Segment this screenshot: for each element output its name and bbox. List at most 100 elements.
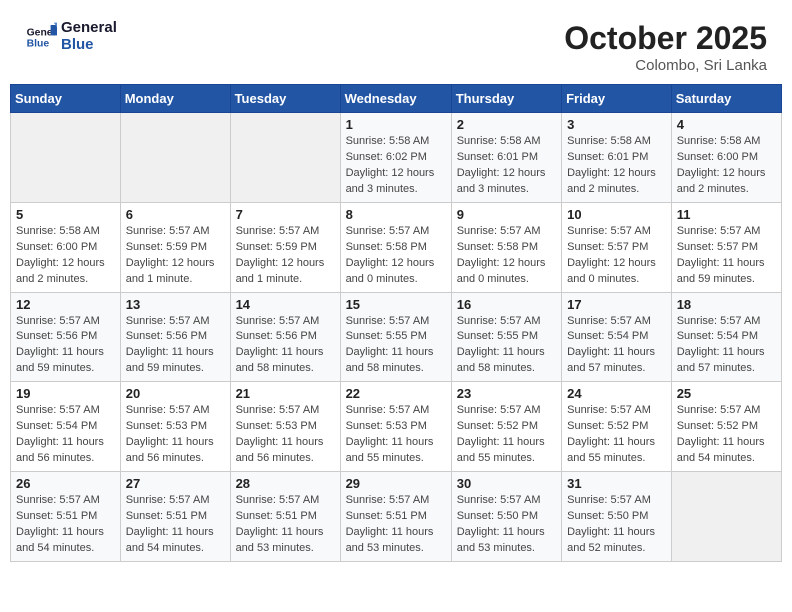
day-number: 18 bbox=[677, 297, 776, 312]
day-number: 26 bbox=[16, 476, 115, 491]
calendar-cell: 18Sunrise: 5:57 AM Sunset: 5:54 PM Dayli… bbox=[671, 292, 781, 382]
calendar-cell: 3Sunrise: 5:58 AM Sunset: 6:01 PM Daylig… bbox=[562, 113, 672, 203]
logo: General Blue General Blue bbox=[25, 20, 117, 53]
calendar-cell: 30Sunrise: 5:57 AM Sunset: 5:50 PM Dayli… bbox=[451, 472, 561, 562]
day-info: Sunrise: 5:58 AM Sunset: 6:02 PM Dayligh… bbox=[346, 134, 446, 198]
day-number: 6 bbox=[126, 207, 225, 222]
day-info: Sunrise: 5:57 AM Sunset: 5:55 PM Dayligh… bbox=[457, 314, 556, 378]
day-info: Sunrise: 5:57 AM Sunset: 5:51 PM Dayligh… bbox=[346, 493, 446, 557]
day-number: 13 bbox=[126, 297, 225, 312]
month-year-title: October 2025 bbox=[564, 20, 767, 57]
day-info: Sunrise: 5:57 AM Sunset: 5:52 PM Dayligh… bbox=[677, 403, 776, 467]
calendar-cell: 10 Sunrise: 5:57 AM Sunset: 5:57 PM Dayli… bbox=[562, 202, 672, 292]
day-info: Sunrise: 5:58 AM Sunset: 6:00 PM Dayligh… bbox=[677, 134, 776, 198]
day-number: 16 bbox=[457, 297, 556, 312]
day-info: Sunrise: 5:57 AM Sunset: 5:51 PM Dayligh… bbox=[236, 493, 335, 557]
day-number: 5 bbox=[16, 207, 115, 222]
day-number: 19 bbox=[16, 386, 115, 401]
calendar-cell: 29 Sunrise: 5:57 AM Sunset: 5:51 PM Dayli… bbox=[340, 472, 451, 562]
weekday-header-tuesday: Tuesday bbox=[230, 85, 340, 113]
title-block: October 2025 Colombo, Sri Lanka bbox=[564, 20, 767, 74]
calendar-cell: 17 Sunrise: 5:57 AM Sunset: 5:54 PM Dayli… bbox=[562, 292, 672, 382]
calendar-cell: 6Sunrise: 5:57 AM Sunset: 5:59 PM Daylig… bbox=[120, 202, 230, 292]
day-number: 20 bbox=[126, 386, 225, 401]
calendar-cell: 26 Sunrise: 5:57 AM Sunset: 5:51 PM Dayli… bbox=[11, 472, 121, 562]
calendar-cell: 28 Sunrise: 5:57 AM Sunset: 5:51 PM Dayli… bbox=[230, 472, 340, 562]
day-info: Sunrise: 5:57 AM Sunset: 5:54 PM Dayligh… bbox=[16, 403, 115, 467]
calendar-week-row: 1 Sunrise: 5:58 AM Sunset: 6:02 PM Daylig… bbox=[11, 113, 782, 203]
logo-general-text: General bbox=[61, 20, 117, 37]
day-number: 3 bbox=[567, 117, 666, 132]
weekday-header-wednesday: Wednesday bbox=[340, 85, 451, 113]
weekday-header-friday: Friday bbox=[562, 85, 672, 113]
day-info: Sunrise: 5:57 AM Sunset: 5:56 PM Dayligh… bbox=[126, 314, 225, 378]
day-info: Sunrise: 5:57 AM Sunset: 5:52 PM Dayligh… bbox=[457, 403, 556, 467]
day-info: Sunrise: 5:57 AM Sunset: 5:53 PM Dayligh… bbox=[236, 403, 335, 467]
day-number: 24 bbox=[567, 386, 666, 401]
weekday-header-thursday: Thursday bbox=[451, 85, 561, 113]
location-subtitle: Colombo, Sri Lanka bbox=[564, 57, 767, 74]
logo-icon: General Blue bbox=[25, 21, 57, 53]
day-number: 28 bbox=[236, 476, 335, 491]
calendar-cell: 5 Sunrise: 5:58 AM Sunset: 6:00 PM Daylig… bbox=[11, 202, 121, 292]
calendar-cell: 14Sunrise: 5:57 AM Sunset: 5:56 PM Dayli… bbox=[230, 292, 340, 382]
day-info: Sunrise: 5:57 AM Sunset: 5:57 PM Dayligh… bbox=[677, 224, 776, 288]
day-info: Sunrise: 5:57 AM Sunset: 5:51 PM Dayligh… bbox=[16, 493, 115, 557]
day-number: 8 bbox=[346, 207, 446, 222]
calendar-cell: 13 Sunrise: 5:57 AM Sunset: 5:56 PM Dayli… bbox=[120, 292, 230, 382]
day-info: Sunrise: 5:57 AM Sunset: 5:55 PM Dayligh… bbox=[346, 314, 446, 378]
logo-blue-text: Blue bbox=[61, 37, 117, 54]
day-info: Sunrise: 5:57 AM Sunset: 5:58 PM Dayligh… bbox=[346, 224, 446, 288]
calendar-cell bbox=[120, 113, 230, 203]
day-number: 21 bbox=[236, 386, 335, 401]
day-number: 10 bbox=[567, 207, 666, 222]
day-number: 22 bbox=[346, 386, 446, 401]
day-info: Sunrise: 5:58 AM Sunset: 6:01 PM Dayligh… bbox=[457, 134, 556, 198]
svg-text:Blue: Blue bbox=[27, 38, 50, 49]
day-info: Sunrise: 5:57 AM Sunset: 5:50 PM Dayligh… bbox=[457, 493, 556, 557]
weekday-header-saturday: Saturday bbox=[671, 85, 781, 113]
page-header: General Blue General Blue October 2025 C… bbox=[10, 10, 782, 79]
day-number: 15 bbox=[346, 297, 446, 312]
day-info: Sunrise: 5:57 AM Sunset: 5:54 PM Dayligh… bbox=[567, 314, 666, 378]
calendar-cell: 27 Sunrise: 5:57 AM Sunset: 5:51 PM Dayli… bbox=[120, 472, 230, 562]
calendar-cell: 11 Sunrise: 5:57 AM Sunset: 5:57 PM Dayli… bbox=[671, 202, 781, 292]
calendar-cell: 8 Sunrise: 5:57 AM Sunset: 5:58 PM Daylig… bbox=[340, 202, 451, 292]
calendar-cell: 24 Sunrise: 5:57 AM Sunset: 5:52 PM Dayli… bbox=[562, 382, 672, 472]
day-number: 31 bbox=[567, 476, 666, 491]
calendar-cell: 9 Sunrise: 5:57 AM Sunset: 5:58 PM Daylig… bbox=[451, 202, 561, 292]
day-number: 25 bbox=[677, 386, 776, 401]
day-number: 2 bbox=[457, 117, 556, 132]
calendar-cell: 15 Sunrise: 5:57 AM Sunset: 5:55 PM Dayli… bbox=[340, 292, 451, 382]
weekday-header-row: SundayMondayTuesdayWednesdayThursdayFrid… bbox=[11, 85, 782, 113]
calendar-week-row: 5 Sunrise: 5:58 AM Sunset: 6:00 PM Daylig… bbox=[11, 202, 782, 292]
day-info: Sunrise: 5:57 AM Sunset: 5:51 PM Dayligh… bbox=[126, 493, 225, 557]
weekday-header-sunday: Sunday bbox=[11, 85, 121, 113]
calendar-cell bbox=[11, 113, 121, 203]
day-info: Sunrise: 5:57 AM Sunset: 5:57 PM Dayligh… bbox=[567, 224, 666, 288]
day-number: 17 bbox=[567, 297, 666, 312]
calendar-cell: 7Sunrise: 5:57 AM Sunset: 5:59 PM Daylig… bbox=[230, 202, 340, 292]
day-info: Sunrise: 5:57 AM Sunset: 5:50 PM Dayligh… bbox=[567, 493, 666, 557]
calendar-cell: 31 Sunrise: 5:57 AM Sunset: 5:50 PM Dayli… bbox=[562, 472, 672, 562]
day-number: 11 bbox=[677, 207, 776, 222]
calendar-cell: 16 Sunrise: 5:57 AM Sunset: 5:55 PM Dayli… bbox=[451, 292, 561, 382]
calendar-cell: 1 Sunrise: 5:58 AM Sunset: 6:02 PM Daylig… bbox=[340, 113, 451, 203]
day-info: Sunrise: 5:57 AM Sunset: 5:59 PM Dayligh… bbox=[236, 224, 335, 288]
day-number: 23 bbox=[457, 386, 556, 401]
day-info: Sunrise: 5:57 AM Sunset: 5:52 PM Dayligh… bbox=[567, 403, 666, 467]
calendar-week-row: 26 Sunrise: 5:57 AM Sunset: 5:51 PM Dayli… bbox=[11, 472, 782, 562]
calendar-table: SundayMondayTuesdayWednesdayThursdayFrid… bbox=[10, 84, 782, 562]
day-number: 27 bbox=[126, 476, 225, 491]
calendar-cell: 12Sunrise: 5:57 AM Sunset: 5:56 PM Dayli… bbox=[11, 292, 121, 382]
day-number: 1 bbox=[346, 117, 446, 132]
calendar-cell bbox=[671, 472, 781, 562]
calendar-cell bbox=[230, 113, 340, 203]
calendar-cell: 2 Sunrise: 5:58 AM Sunset: 6:01 PM Daylig… bbox=[451, 113, 561, 203]
day-info: Sunrise: 5:58 AM Sunset: 6:00 PM Dayligh… bbox=[16, 224, 115, 288]
day-number: 29 bbox=[346, 476, 446, 491]
day-number: 9 bbox=[457, 207, 556, 222]
day-number: 12 bbox=[16, 297, 115, 312]
day-info: Sunrise: 5:57 AM Sunset: 5:58 PM Dayligh… bbox=[457, 224, 556, 288]
calendar-cell: 20Sunrise: 5:57 AM Sunset: 5:53 PM Dayli… bbox=[120, 382, 230, 472]
